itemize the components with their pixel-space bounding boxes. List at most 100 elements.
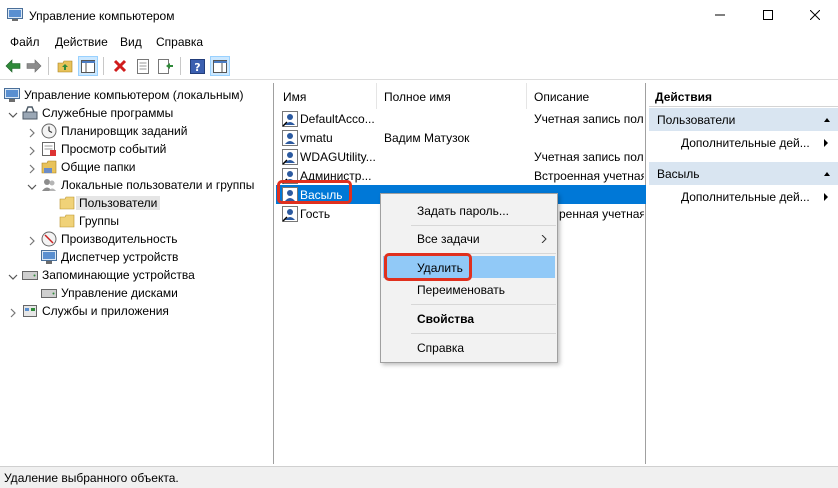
tree-item-event-viewer[interactable]: Просмотр событий	[41, 140, 166, 158]
cell-name: DefaultAcco...	[300, 112, 375, 126]
tree-item-performance[interactable]: Производительность	[41, 230, 177, 248]
chevron-right-icon[interactable]	[27, 163, 37, 174]
user-icon	[282, 111, 298, 127]
actions-more-users[interactable]: Дополнительные дей...	[681, 134, 810, 152]
user-icon	[282, 149, 298, 165]
context-menu-help[interactable]: Справка	[383, 336, 555, 358]
tree-item-label: Запоминающие устройства	[42, 268, 195, 282]
show-hide-action-pane-icon[interactable]	[210, 56, 230, 76]
table-row[interactable]: DefaultAcco... Учетная запись пол	[276, 109, 646, 128]
export-icon[interactable]	[156, 56, 176, 76]
cell-description: Встроенная учетная	[534, 169, 644, 183]
action-item-label: Дополнительные дей...	[681, 136, 810, 150]
chevron-right-icon[interactable]	[8, 307, 18, 318]
minimize-button[interactable]	[697, 0, 743, 30]
actions-section-users[interactable]: Пользователи	[649, 108, 838, 131]
shared-folder-icon	[41, 160, 57, 173]
tree-item-label: Локальные пользователи и группы	[61, 178, 255, 192]
chevron-down-icon[interactable]	[8, 109, 18, 119]
tree-item-services-apps[interactable]: Службы и приложения	[22, 302, 169, 320]
caret-right-icon	[824, 193, 828, 201]
highlight-selected-user	[277, 180, 352, 204]
chevron-down-icon[interactable]	[27, 181, 37, 191]
tree-item-disk-management[interactable]: Управление дисками	[41, 284, 178, 302]
context-menu-set-password[interactable]: Задать пароль...	[383, 199, 555, 221]
menu-bar: Файл Действие Вид Справка	[0, 32, 838, 52]
actions-section-selected-user[interactable]: Васыль	[649, 162, 838, 185]
context-menu-properties[interactable]: Свойства	[383, 307, 555, 329]
tree-item-label: Службы и приложения	[42, 304, 169, 318]
tree-item-root[interactable]: Управление компьютером (локальным)	[4, 86, 244, 104]
folder-icon	[59, 214, 75, 228]
section-label: Пользователи	[657, 113, 736, 127]
tree-item-device-manager[interactable]: Диспетчер устройств	[41, 248, 178, 266]
column-header-full-name[interactable]: Полное имя	[377, 83, 527, 109]
cell-description: Учетная запись пол	[534, 150, 644, 164]
properties-icon[interactable]	[133, 56, 153, 76]
back-arrow-icon[interactable]	[3, 56, 23, 76]
title-bar: Управление компьютером	[0, 0, 838, 32]
console-tree: Управление компьютером (локальным) Служе…	[0, 83, 274, 464]
device-manager-icon	[41, 249, 57, 264]
forward-arrow-icon[interactable]	[24, 56, 44, 76]
caret-up-icon	[824, 172, 830, 176]
cell-description: Учетная запись пол	[534, 112, 644, 126]
help-icon[interactable]: ?	[187, 56, 207, 76]
chevron-right-icon[interactable]	[27, 127, 37, 138]
tree-item-users[interactable]: Пользователи	[59, 194, 161, 212]
disk-icon	[41, 289, 57, 298]
context-menu-all-tasks[interactable]: Все задачи	[383, 227, 555, 249]
actions-more-selected-user[interactable]: Дополнительные дей...	[681, 188, 810, 206]
maximize-button[interactable]	[745, 0, 791, 30]
menu-item-label: Все задачи	[417, 232, 480, 246]
cell-full-name: Вадим Матузок	[384, 131, 470, 145]
event-viewer-icon	[42, 142, 56, 156]
table-row[interactable]: WDAGUtility... Учетная запись пол	[276, 147, 646, 166]
clock-icon	[41, 123, 57, 139]
tree-item-label: Управление дисками	[61, 286, 178, 300]
table-row[interactable]: vmatu Вадим Матузок	[276, 128, 646, 147]
window-title: Управление компьютером	[29, 9, 175, 23]
close-button[interactable]	[792, 0, 838, 30]
tree-item-storage[interactable]: Запоминающие устройства	[22, 266, 195, 284]
tree-item-shared-folders[interactable]: Общие папки	[41, 158, 135, 176]
users-group-icon	[42, 179, 56, 191]
cell-name: Гость	[300, 207, 331, 221]
actions-pane: Действия Пользователи Дополнительные дей…	[649, 83, 838, 464]
status-bar: Удаление выбранного объекта.	[0, 466, 838, 488]
show-hide-tree-icon[interactable]	[78, 56, 98, 76]
chevron-right-icon[interactable]	[27, 145, 37, 156]
caret-right-icon	[824, 139, 828, 147]
services-icon	[23, 305, 37, 317]
context-menu-rename[interactable]: Переименовать	[383, 278, 555, 300]
tree-item-groups[interactable]: Группы	[59, 212, 119, 230]
performance-icon	[41, 231, 57, 247]
tree-item-label: Управление компьютером (локальным)	[24, 88, 244, 102]
delete-icon[interactable]	[110, 56, 130, 76]
tree-item-label: Пользователи	[76, 196, 161, 210]
computer-management-icon	[7, 8, 23, 22]
highlight-delete	[384, 253, 472, 281]
section-label: Васыль	[657, 167, 700, 181]
menu-file[interactable]: Файл	[10, 35, 40, 49]
status-text: Удаление выбранного объекта.	[4, 471, 179, 485]
storage-icon	[22, 271, 38, 280]
tree-item-task-scheduler[interactable]: Планировщик заданий	[41, 122, 187, 140]
tree-item-label: Общие папки	[61, 160, 136, 174]
menu-view[interactable]: Вид	[120, 35, 142, 49]
chevron-down-icon[interactable]	[8, 271, 18, 281]
tree-item-local-users-groups[interactable]: Локальные пользователи и группы	[41, 176, 254, 194]
tree-item-label: Группы	[79, 214, 119, 228]
action-item-label: Дополнительные дей...	[681, 190, 810, 204]
tree-item-label: Планировщик заданий	[61, 124, 188, 138]
tree-item-label: Служебные программы	[42, 106, 174, 120]
menu-action[interactable]: Действие	[55, 35, 108, 49]
submenu-arrow-icon	[541, 235, 547, 243]
column-header-name[interactable]: Имя	[276, 83, 377, 109]
menu-help[interactable]: Справка	[156, 35, 203, 49]
tree-item-label: Производительность	[61, 232, 178, 246]
tree-item-system-tools[interactable]: Служебные программы	[22, 104, 173, 122]
up-folder-icon[interactable]	[55, 56, 75, 76]
chevron-right-icon[interactable]	[27, 235, 37, 246]
column-header-description[interactable]: Описание	[527, 83, 646, 109]
